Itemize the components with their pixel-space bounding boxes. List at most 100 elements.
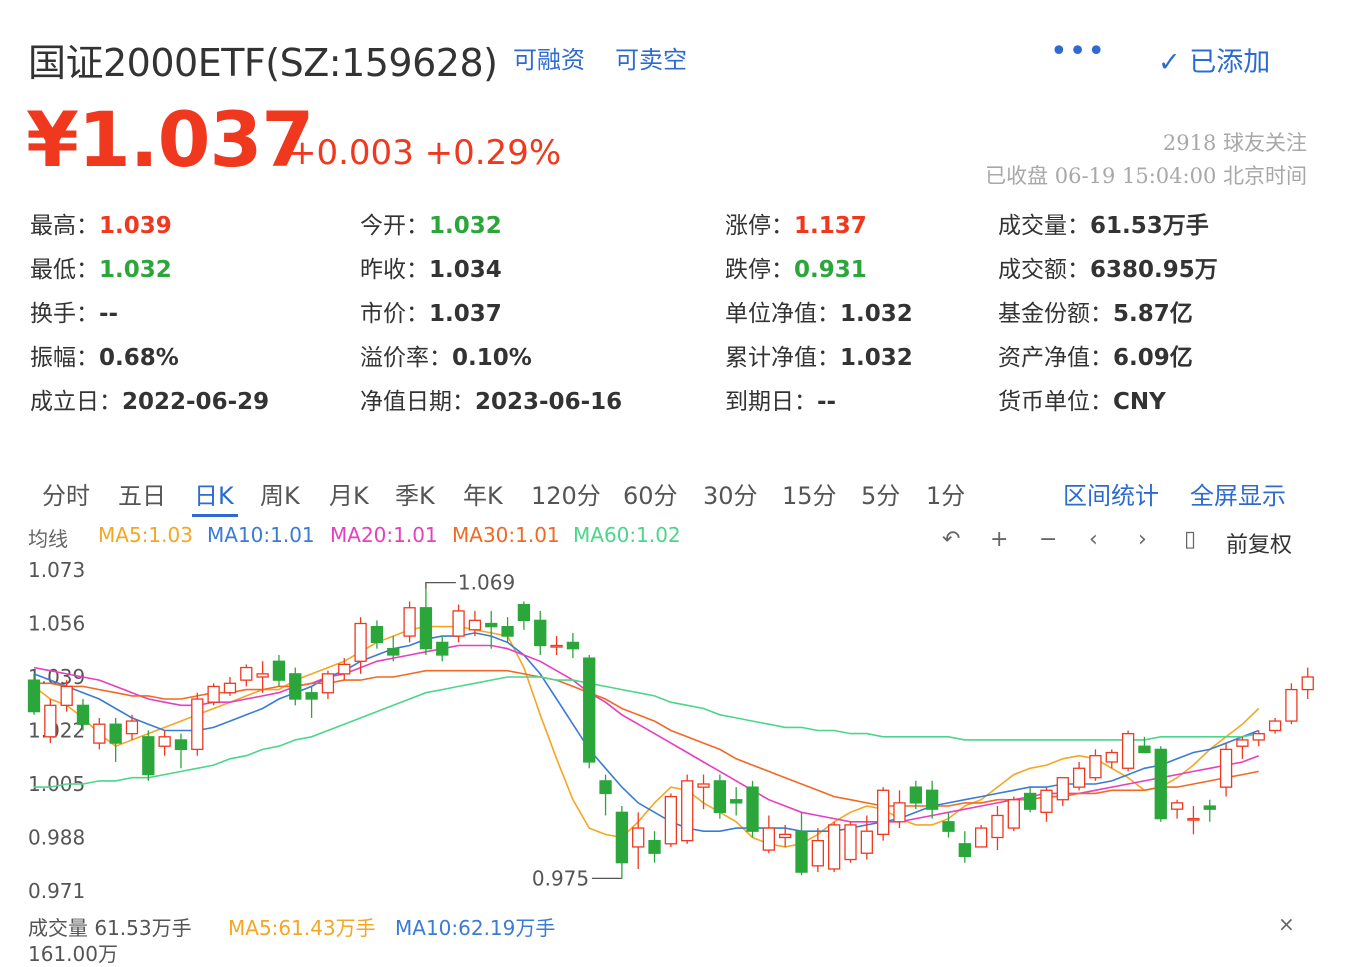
short-tag-link[interactable]: 可卖空 bbox=[615, 40, 687, 75]
candle-body bbox=[713, 780, 727, 813]
tab-period[interactable]: 120分 bbox=[531, 476, 601, 511]
ma20-legend: MA20:1.01 bbox=[330, 523, 438, 547]
high-annotation: 1.069 bbox=[458, 571, 515, 595]
stat-value: 1.034 bbox=[429, 257, 502, 283]
candle-body bbox=[795, 830, 808, 873]
candle-body bbox=[746, 786, 759, 832]
tab-period[interactable]: 月K bbox=[329, 476, 369, 511]
stat-value: 1.032 bbox=[99, 257, 172, 283]
stat-label: 振幅： bbox=[30, 345, 99, 371]
stat-item: 到期日：-- bbox=[725, 382, 836, 416]
low-annotation: 0.975 bbox=[532, 866, 589, 890]
stat-label: 货币单位： bbox=[998, 389, 1113, 415]
stat-value: 1.032 bbox=[840, 301, 913, 327]
candle-body bbox=[1203, 805, 1216, 810]
stat-item: 最低：1.032 bbox=[30, 250, 172, 284]
candle-body bbox=[632, 827, 645, 848]
candle-body bbox=[779, 833, 792, 839]
candle-body bbox=[1007, 799, 1020, 829]
candle-body bbox=[1219, 748, 1233, 788]
candle-body bbox=[974, 827, 988, 848]
prev-icon[interactable]: ‹ bbox=[1089, 527, 1098, 552]
stat-item: 成交量：61.53万手 bbox=[998, 206, 1209, 240]
margin-tag-link[interactable]: 可融资 bbox=[513, 40, 585, 75]
zoom-in-icon[interactable]: + bbox=[990, 527, 1008, 552]
candle-body bbox=[1187, 817, 1200, 821]
candle-body bbox=[681, 780, 694, 842]
tab-period[interactable]: 年K bbox=[463, 476, 503, 511]
market-status: 已收盘 06-19 15:04:00 北京时间 bbox=[985, 164, 1307, 188]
candle-body bbox=[583, 657, 596, 763]
candle-body bbox=[158, 736, 171, 747]
adjust-mode-select[interactable]: 前复权 bbox=[1226, 527, 1292, 559]
undo-icon[interactable]: ↶ bbox=[942, 527, 960, 552]
current-price: ¥1.037 bbox=[26, 95, 314, 184]
stat-label: 资产净值： bbox=[998, 345, 1113, 371]
candle-body bbox=[566, 641, 580, 650]
tab-period[interactable]: 日K bbox=[194, 476, 234, 511]
tab-period[interactable]: 1分 bbox=[926, 476, 965, 511]
candle-body bbox=[207, 685, 220, 703]
candle-body bbox=[730, 799, 743, 804]
volume-close-icon[interactable]: × bbox=[1278, 912, 1295, 936]
candle-body bbox=[321, 673, 335, 694]
high-annotation-line bbox=[425, 581, 456, 589]
ma30-legend: MA30:1.01 bbox=[452, 523, 560, 547]
stat-item: 净值日期：2023-06-16 bbox=[360, 382, 622, 416]
more-options-icon[interactable]: ••• bbox=[1050, 34, 1106, 69]
stat-label: 到期日： bbox=[725, 389, 817, 415]
candle-body bbox=[697, 783, 710, 788]
tab-period[interactable]: 五日 bbox=[118, 476, 166, 511]
candle-body bbox=[485, 622, 498, 628]
candle-body bbox=[452, 610, 465, 637]
stat-value: -- bbox=[817, 389, 837, 415]
candle-body bbox=[142, 736, 155, 776]
follower-count[interactable]: 2918 球友关注 bbox=[1163, 127, 1307, 157]
stat-value: 61.53万手 bbox=[1090, 213, 1209, 239]
stat-item: 振幅：0.68% bbox=[30, 338, 179, 372]
fullscreen-link[interactable]: 全屏显示 bbox=[1190, 476, 1286, 511]
next-icon[interactable]: › bbox=[1138, 527, 1147, 552]
volume-axis-value: 161.00万 bbox=[28, 942, 118, 966]
candle-body bbox=[648, 839, 661, 854]
stat-item: 货币单位：CNY bbox=[998, 382, 1166, 416]
ma-line-ma20 bbox=[33, 644, 1259, 823]
tab-period[interactable]: 60分 bbox=[623, 476, 678, 511]
tab-period[interactable]: 30分 bbox=[703, 476, 758, 511]
ma-legend-label: 均线 bbox=[28, 527, 68, 551]
volume-label: 成交量 61.53万手 bbox=[28, 916, 192, 940]
stat-value: 1.037 bbox=[429, 301, 502, 327]
tab-period[interactable]: 季K bbox=[395, 476, 435, 511]
tab-period[interactable]: 5分 bbox=[861, 476, 900, 511]
candle-body bbox=[305, 692, 318, 700]
candle-body bbox=[1285, 688, 1298, 722]
candle-body bbox=[338, 663, 351, 675]
candle-body bbox=[1268, 720, 1282, 732]
candle-body bbox=[877, 789, 890, 836]
tab-period[interactable]: 15分 bbox=[782, 476, 837, 511]
stat-value: 6.09亿 bbox=[1113, 345, 1193, 371]
stat-label: 累计净值： bbox=[725, 345, 840, 371]
candle-body bbox=[501, 625, 514, 637]
y-tick-label: 1.073 bbox=[28, 558, 85, 582]
ma60-legend: MA60:1.02 bbox=[573, 523, 681, 547]
tab-period[interactable]: 分时 bbox=[42, 476, 90, 511]
added-watchlist-button[interactable]: ✓ 已添加 bbox=[1158, 40, 1270, 79]
stat-value: 0.68% bbox=[99, 345, 179, 371]
candle-body bbox=[240, 666, 253, 681]
zoom-out-icon[interactable]: − bbox=[1039, 527, 1057, 552]
stat-value: 0.10% bbox=[452, 345, 532, 371]
range-stats-link[interactable]: 区间统计 bbox=[1063, 476, 1159, 511]
active-tab-underline bbox=[192, 514, 238, 517]
stat-label: 最高： bbox=[30, 213, 99, 239]
candle-body bbox=[1105, 751, 1118, 763]
candle-body bbox=[1138, 745, 1151, 754]
tab-period[interactable]: 周K bbox=[260, 476, 300, 511]
candle-body bbox=[191, 698, 204, 751]
stat-item: 单位净值：1.032 bbox=[725, 294, 913, 328]
adjust-candle-icon[interactable]: ▯ bbox=[1184, 527, 1196, 552]
stat-value: 5.87亿 bbox=[1113, 301, 1193, 327]
candle-body bbox=[893, 802, 906, 823]
stat-item: 成交额：6380.95万 bbox=[998, 250, 1218, 284]
stat-label: 成立日： bbox=[30, 389, 122, 415]
